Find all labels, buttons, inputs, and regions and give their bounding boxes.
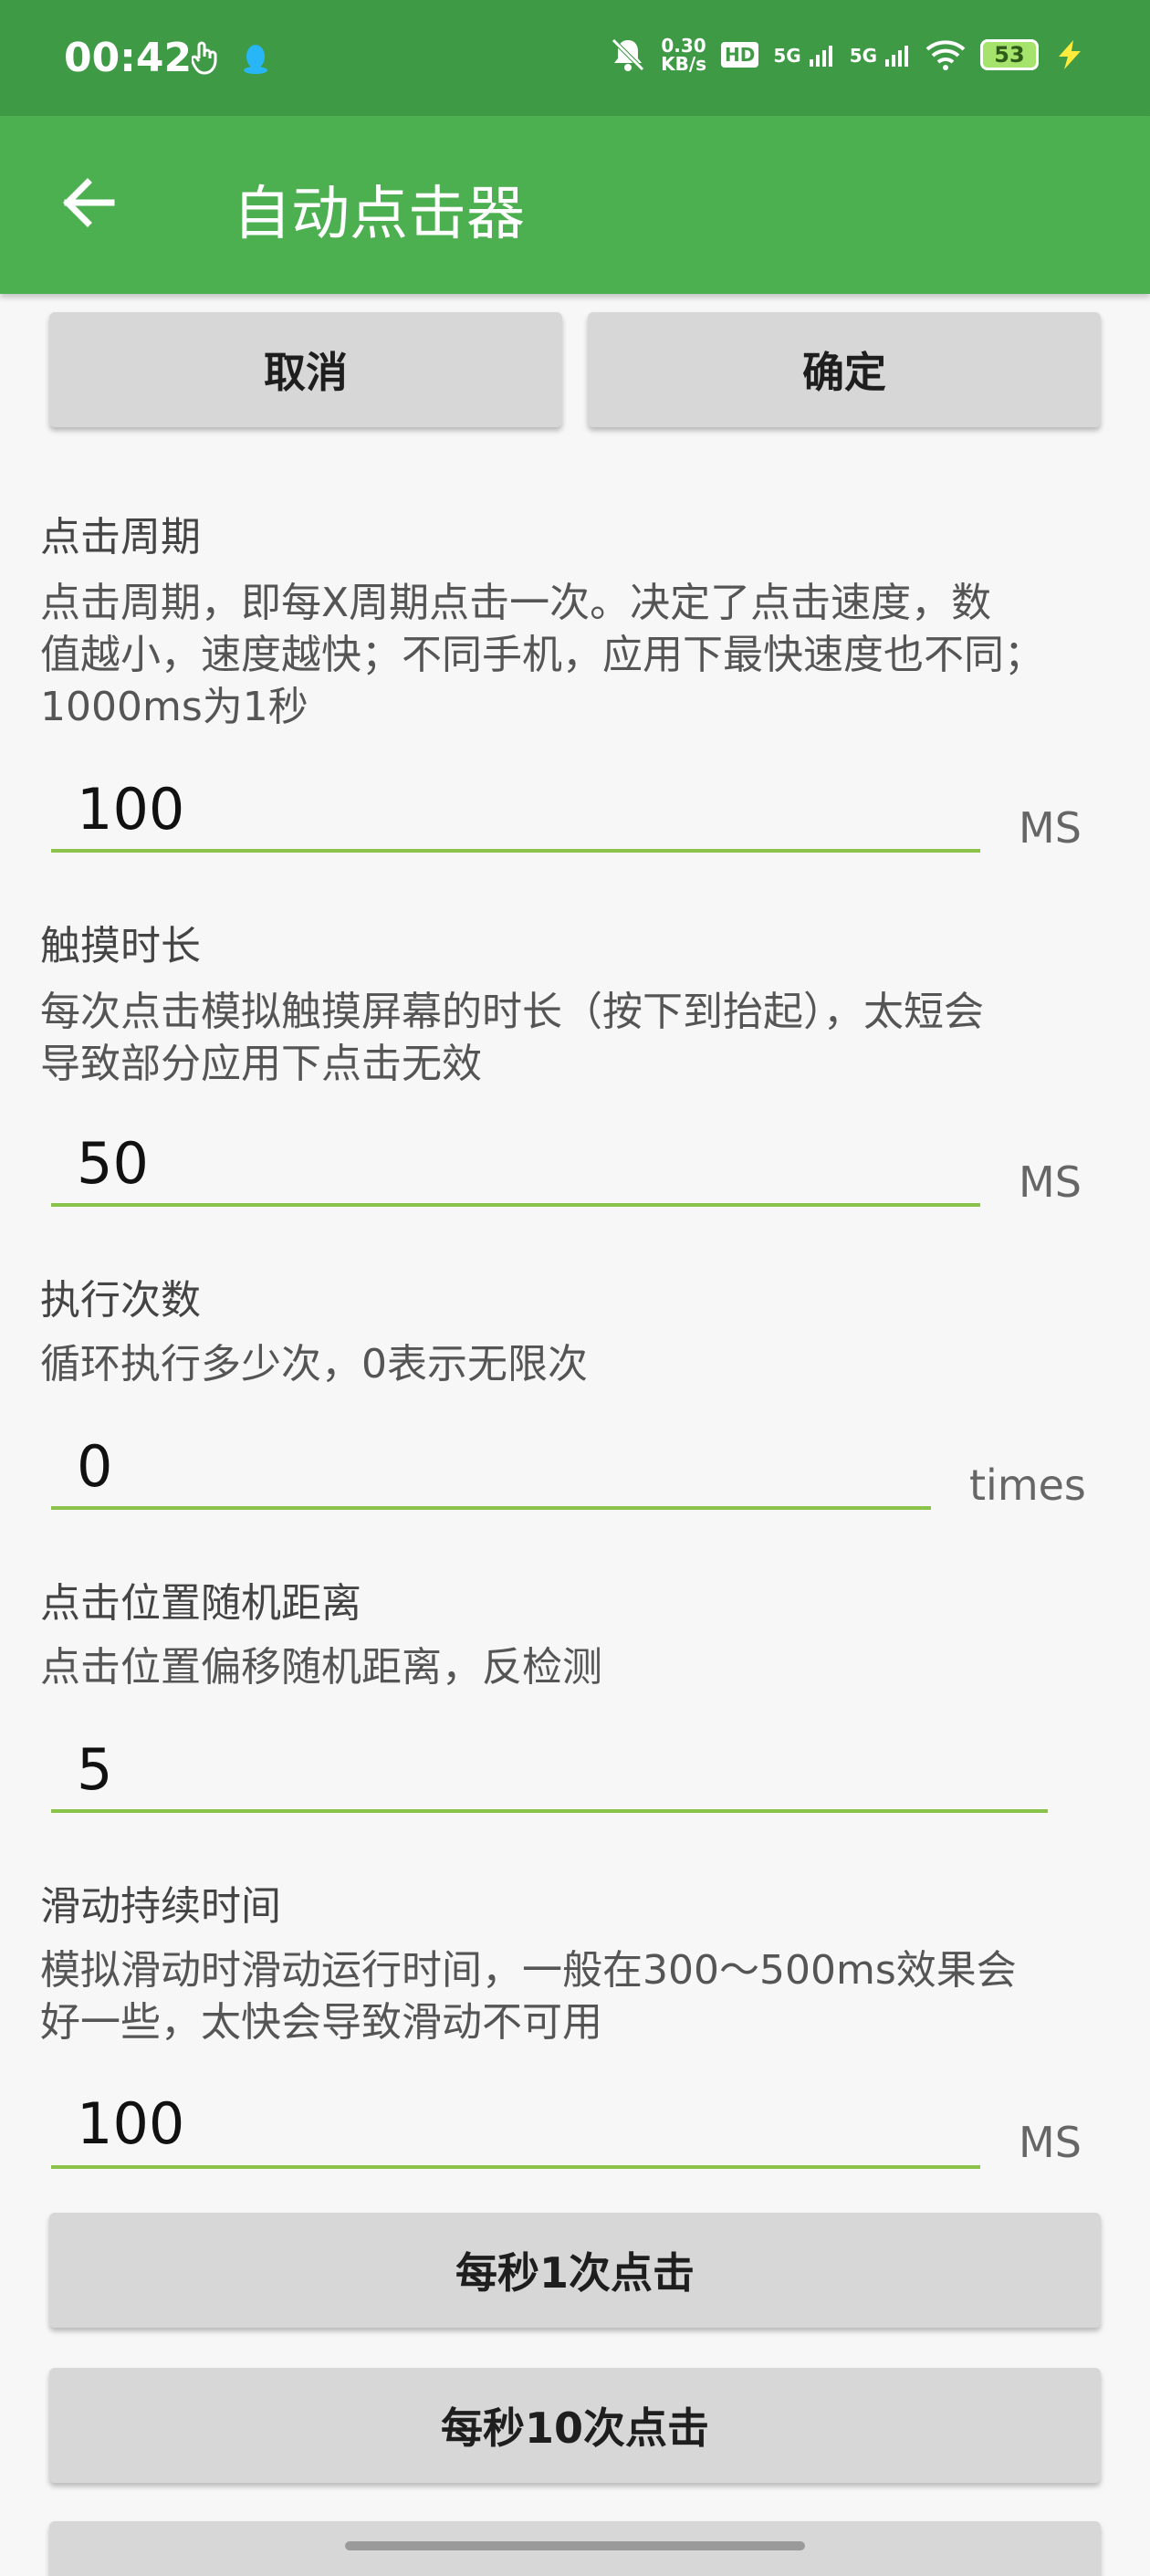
confirm-button[interactable]: 确定: [588, 312, 1101, 427]
click-period-title: 点击周期: [40, 514, 201, 560]
click-period-input-underline: [51, 849, 980, 853]
gesture-navigation-handle[interactable]: [345, 2541, 805, 2550]
touch-duration-description: 每次点击模拟触摸屏幕的时长（按下到抬起），太短会 导致部分应用下点击无效: [40, 989, 984, 1087]
click-period-description: 点击周期，即每X周期点击一次。决定了点击速度，数 值越小，速度越快；不同手机，应…: [40, 580, 1044, 730]
execute-count-input[interactable]: 0: [77, 1433, 112, 1500]
touch-duration-input[interactable]: 50: [77, 1130, 149, 1197]
click-period-input[interactable]: 100: [77, 776, 184, 843]
hd-badge: HD: [721, 42, 759, 68]
swipe-duration-description: 模拟滑动时滑动运行时间，一般在300～500ms效果会 好一些，太快会导致滑动不…: [40, 1947, 1017, 2046]
execute-count-title: 执行次数: [40, 1277, 201, 1324]
status-bar: 00:42 0.30 KB/s HD 5G 5G 53: [0, 0, 1150, 116]
signal-bars-icon: [809, 46, 832, 67]
swipe-duration-input[interactable]: 100: [77, 2090, 184, 2157]
charging-bolt-icon: [1059, 40, 1081, 69]
swipe-duration-input-underline: [51, 2165, 980, 2169]
status-left-icons: [190, 40, 274, 80]
back-arrow-icon[interactable]: [57, 171, 120, 235]
app-bar: 自动点击器: [0, 116, 1150, 294]
mute-bell-icon: [612, 38, 644, 71]
execute-count-description: 循环执行多少次，0表示无限次: [40, 1341, 588, 1387]
random-offset-input[interactable]: 5: [77, 1736, 112, 1803]
page-title: 自动点击器: [233, 181, 525, 248]
touch-duration-input-underline: [51, 1203, 980, 1207]
random-offset-description: 点击位置偏移随机距离，反检测: [40, 1644, 602, 1691]
signal-bars-icon: [885, 46, 908, 67]
battery-indicator: 53: [980, 39, 1039, 70]
swipe-duration-title: 滑动持续时间: [40, 1883, 281, 1930]
swipe-duration-unit: MS: [1019, 2118, 1082, 2167]
status-time: 00:42: [64, 35, 193, 81]
execute-count-unit: times: [969, 1461, 1086, 1510]
preset-1-per-second-button[interactable]: 每秒1次点击: [49, 2213, 1101, 2328]
random-offset-input-underline: [51, 1809, 1048, 1813]
touch-duration-unit: MS: [1019, 1157, 1082, 1207]
status-right-icons: 0.30 KB/s HD 5G 5G 53: [610, 37, 1086, 73]
preset-10-per-second-button[interactable]: 每秒10次点击: [49, 2368, 1101, 2483]
random-offset-title: 点击位置随机距离: [40, 1580, 361, 1627]
cancel-button[interactable]: 取消: [49, 312, 562, 427]
touch-duration-title: 触摸时长: [40, 923, 201, 969]
execute-count-input-underline: [51, 1506, 931, 1510]
network-speed: 0.30 KB/s: [661, 35, 707, 75]
click-period-unit: MS: [1019, 803, 1082, 853]
wifi-icon: [925, 40, 966, 70]
qq-icon: [244, 45, 267, 74]
touch-hand-icon: [190, 41, 217, 75]
signal-5g-1: 5G: [773, 43, 834, 67]
signal-5g-2: 5G: [850, 43, 911, 67]
